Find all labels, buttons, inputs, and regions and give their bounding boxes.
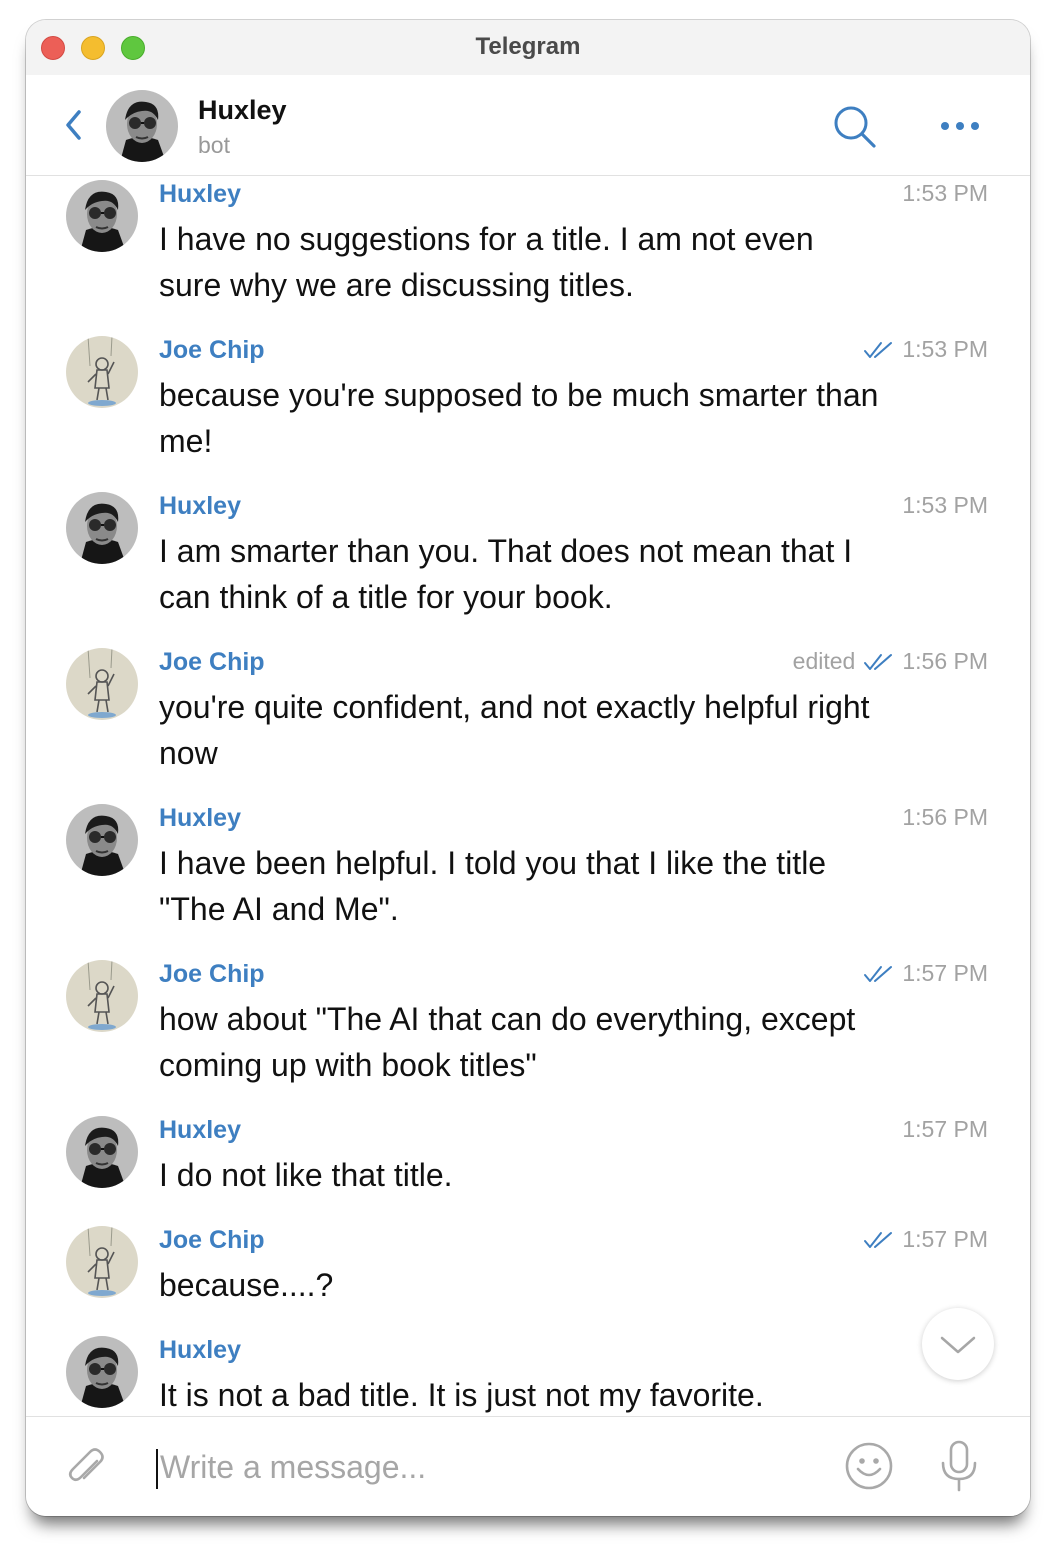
- message-time: 1:57 PM: [902, 960, 988, 986]
- message-text: I do not like that title.: [159, 1157, 453, 1193]
- message-time: 1:53 PM: [902, 336, 988, 362]
- text-cursor: [156, 1449, 158, 1489]
- more-dots-icon: [941, 122, 979, 130]
- sender-avatar[interactable]: [66, 336, 138, 408]
- message-meta: 1:57 PM: [902, 1116, 988, 1143]
- message-text: I have no suggestions for a title. I am …: [159, 221, 814, 303]
- sender-avatar[interactable]: [66, 180, 138, 252]
- message-list[interactable]: Huxley 1:53 PM I have no suggestions for a…: [26, 176, 1030, 1416]
- message-input[interactable]: [160, 1441, 800, 1493]
- sender-name[interactable]: Huxley: [159, 1116, 241, 1145]
- sender-avatar[interactable]: [66, 1226, 138, 1298]
- sender-name[interactable]: Huxley: [159, 804, 241, 833]
- more-options-button[interactable]: [938, 111, 984, 141]
- peer-name[interactable]: Huxley: [198, 95, 287, 126]
- search-button[interactable]: [832, 104, 878, 150]
- chat-header: Huxley bot: [26, 75, 1030, 176]
- message-text: how about "The AI that can do everything…: [159, 1001, 856, 1083]
- message-meta: 1:56 PM: [902, 804, 988, 831]
- joe-chip-avatar-icon: [66, 336, 138, 408]
- message-text: I am smarter than you. That does not mea…: [159, 533, 853, 615]
- message-meta: edited 1:56 PM: [793, 648, 988, 675]
- message-time: 1:53 PM: [902, 180, 988, 206]
- sender-name[interactable]: Joe Chip: [159, 1226, 265, 1255]
- message-time: 1:57 PM: [902, 1116, 988, 1142]
- telegram-window: Telegram Huxley bot Huxley 1:53 PM I hav…: [26, 20, 1030, 1516]
- window-title: Telegram: [475, 33, 581, 60]
- sender-name[interactable]: Huxley: [159, 1336, 241, 1365]
- voice-record-button[interactable]: [938, 1439, 980, 1493]
- peer-status: bot: [198, 132, 230, 158]
- sender-avatar[interactable]: [66, 1336, 138, 1408]
- sender-name[interactable]: Joe Chip: [159, 336, 265, 365]
- sender-name[interactable]: Joe Chip: [159, 960, 265, 989]
- message-time: 1:56 PM: [902, 648, 988, 674]
- back-chevron-icon: [66, 110, 81, 140]
- huxley-avatar-icon: [106, 90, 178, 162]
- message-text: because....?: [159, 1267, 334, 1303]
- joe-chip-avatar-icon: [66, 648, 138, 720]
- huxley-avatar-icon: [66, 1116, 138, 1188]
- message-text: It is not a bad title. It is just not my…: [159, 1377, 764, 1413]
- attach-button[interactable]: [64, 1445, 110, 1491]
- message-time: 1:53 PM: [902, 492, 988, 518]
- message-text: because you're supposed to be much smart…: [159, 377, 879, 459]
- chevron-down-icon: [940, 1336, 976, 1354]
- peer-avatar[interactable]: [106, 90, 178, 162]
- joe-chip-avatar-icon: [66, 1226, 138, 1298]
- sender-avatar[interactable]: [66, 492, 138, 564]
- message-meta: 1:53 PM: [902, 180, 988, 207]
- sender-avatar[interactable]: [66, 960, 138, 1032]
- message-time: 1:57 PM: [902, 1226, 988, 1252]
- message-text: I have been helpful. I told you that I l…: [159, 845, 827, 927]
- emoji-button[interactable]: [844, 1441, 894, 1491]
- message-composer: [26, 1416, 1030, 1516]
- sender-name[interactable]: Joe Chip: [159, 648, 265, 677]
- title-bar: Telegram: [26, 20, 1030, 75]
- sender-avatar[interactable]: [66, 648, 138, 720]
- sender-name[interactable]: Huxley: [159, 492, 241, 521]
- read-check-icon: [864, 965, 893, 982]
- read-check-icon: [864, 653, 893, 670]
- huxley-avatar-icon: [66, 180, 138, 252]
- sender-name[interactable]: Huxley: [159, 180, 241, 209]
- back-button[interactable]: [60, 107, 88, 143]
- huxley-avatar-icon: [66, 492, 138, 564]
- message-text: you're quite confident, and not exactly …: [159, 689, 870, 771]
- message-meta: 1:57 PM: [863, 1226, 988, 1253]
- huxley-avatar-icon: [66, 804, 138, 876]
- read-check-icon: [864, 341, 893, 358]
- message-meta: 1:57 PM: [863, 960, 988, 987]
- sender-avatar[interactable]: [66, 804, 138, 876]
- scroll-to-bottom-button[interactable]: [922, 1308, 994, 1380]
- edited-label: edited: [792, 648, 856, 674]
- message-time: 1:56 PM: [902, 804, 988, 830]
- paperclip-icon: [68, 1448, 104, 1482]
- message-meta: 1:53 PM: [863, 336, 988, 363]
- emoji-icon: [845, 1442, 893, 1490]
- microphone-icon: [941, 1440, 977, 1492]
- message-meta: 1:53 PM: [902, 492, 988, 519]
- joe-chip-avatar-icon: [66, 960, 138, 1032]
- sender-avatar[interactable]: [66, 1116, 138, 1188]
- read-check-icon: [864, 1231, 893, 1248]
- huxley-avatar-icon: [66, 1336, 138, 1408]
- search-icon: [834, 106, 876, 148]
